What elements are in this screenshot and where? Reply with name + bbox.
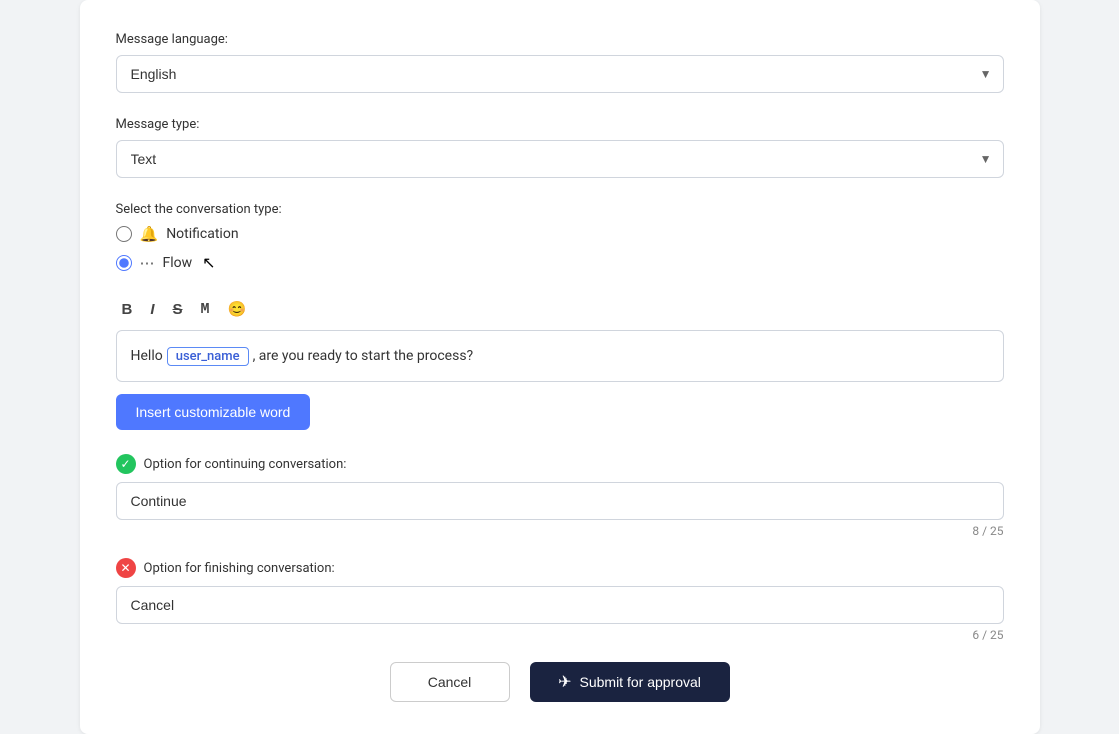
radio-notification[interactable]: 🔔 Notification <box>116 225 1004 243</box>
message-preview-box[interactable]: Hello user_name , are you ready to start… <box>116 330 1004 382</box>
message-type-group: Message type: Text Image Video Document … <box>116 117 1004 178</box>
cancel-button[interactable]: Cancel <box>390 662 510 702</box>
message-suffix: , are you ready to start the process? <box>253 348 474 364</box>
message-type-select-wrapper: Text Image Video Document ▼ <box>116 140 1004 178</box>
bell-icon: 🔔 <box>140 225 159 243</box>
continue-option-group: ✓ Option for continuing conversation: 8 … <box>116 454 1004 538</box>
x-icon: ✕ <box>116 558 136 578</box>
finish-option-header: ✕ Option for finishing conversation: <box>116 558 1004 578</box>
message-language-label: Message language: <box>116 32 1004 47</box>
finish-option-input[interactable] <box>116 586 1004 624</box>
check-icon: ✓ <box>116 454 136 474</box>
conversation-type-radio-group: 🔔 Notification ⋯ Flow ↖ <box>116 225 1004 272</box>
continue-option-input[interactable] <box>116 482 1004 520</box>
continue-char-count: 8 / 25 <box>116 524 1004 538</box>
message-prefix: Hello <box>131 348 163 364</box>
finish-input-wrapper <box>116 586 1004 624</box>
footer-actions: Cancel ✈ Submit for approval <box>116 662 1004 702</box>
italic-button[interactable]: I <box>144 297 160 322</box>
emoji-button[interactable]: 😊 <box>222 296 253 322</box>
strikethrough-button[interactable]: S <box>167 297 189 322</box>
flow-icon: ⋯ <box>140 254 155 272</box>
message-language-select[interactable]: English Spanish French German Portuguese <box>116 55 1004 93</box>
insert-customizable-word-button[interactable]: Insert customizable word <box>116 394 311 430</box>
text-toolbar: B I S M 😊 <box>116 296 1004 322</box>
user-name-tag[interactable]: user_name <box>167 347 249 366</box>
radio-flow-input[interactable] <box>116 255 132 271</box>
finish-char-count: 6 / 25 <box>116 628 1004 642</box>
submit-button[interactable]: ✈ Submit for approval <box>530 662 730 702</box>
finish-option-label: Option for finishing conversation: <box>144 561 335 576</box>
radio-flow-label: Flow <box>163 255 193 271</box>
radio-flow[interactable]: ⋯ Flow ↖ <box>116 253 1004 272</box>
cursor-icon: ↖ <box>202 253 215 272</box>
finish-option-group: ✕ Option for finishing conversation: 6 /… <box>116 558 1004 642</box>
radio-notification-input[interactable] <box>116 226 132 242</box>
message-type-label: Message type: <box>116 117 1004 132</box>
radio-notification-label: Notification <box>166 226 238 242</box>
message-type-select[interactable]: Text Image Video Document <box>116 140 1004 178</box>
continue-option-header: ✓ Option for continuing conversation: <box>116 454 1004 474</box>
continue-option-label: Option for continuing conversation: <box>144 457 347 472</box>
conversation-type-group: Select the conversation type: 🔔 Notifica… <box>116 202 1004 272</box>
mono-button[interactable]: M <box>195 297 216 322</box>
conversation-type-label: Select the conversation type: <box>116 202 1004 217</box>
form-container: Message language: English Spanish French… <box>80 0 1040 734</box>
continue-input-wrapper <box>116 482 1004 520</box>
message-language-select-wrapper: English Spanish French German Portuguese… <box>116 55 1004 93</box>
submit-icon: ✈ <box>558 672 571 692</box>
bold-button[interactable]: B <box>116 297 139 322</box>
submit-button-label: Submit for approval <box>580 674 701 690</box>
message-language-group: Message language: English Spanish French… <box>116 32 1004 93</box>
